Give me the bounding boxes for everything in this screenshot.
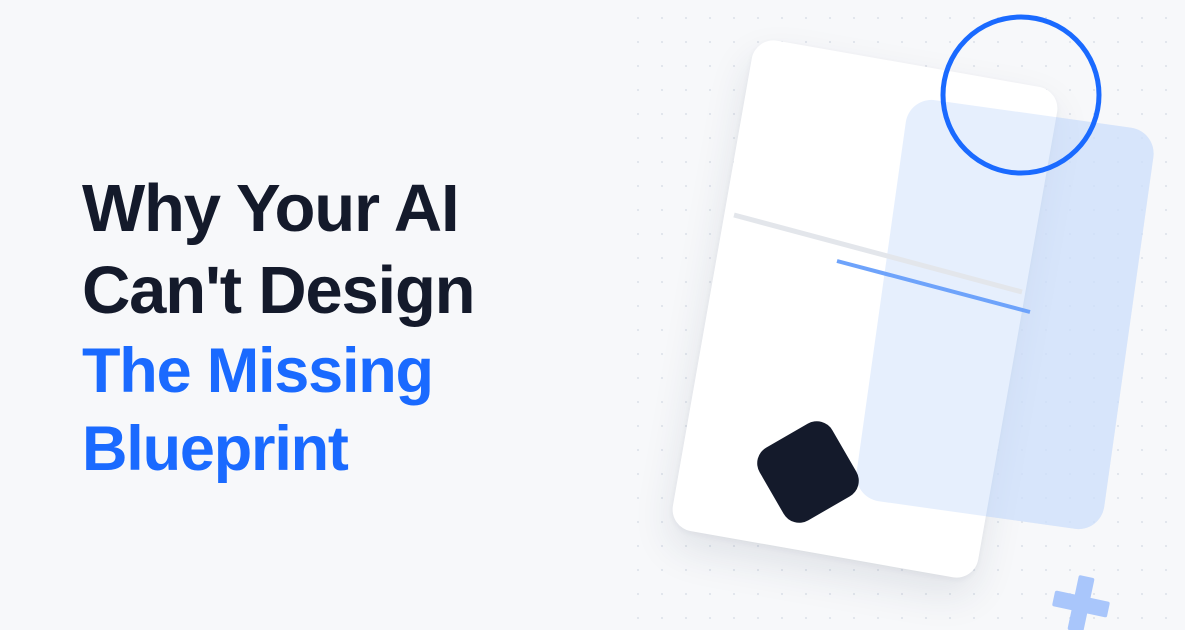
hero-banner: Why Your AI Can't Design The Missing Blu… — [0, 0, 1185, 630]
card-divider-line — [733, 212, 1023, 295]
plus-icon — [1052, 575, 1110, 630]
rounded-square-icon — [757, 421, 859, 523]
decorative-shapes — [733, 14, 1110, 630]
circle-outline-icon — [940, 14, 1102, 176]
